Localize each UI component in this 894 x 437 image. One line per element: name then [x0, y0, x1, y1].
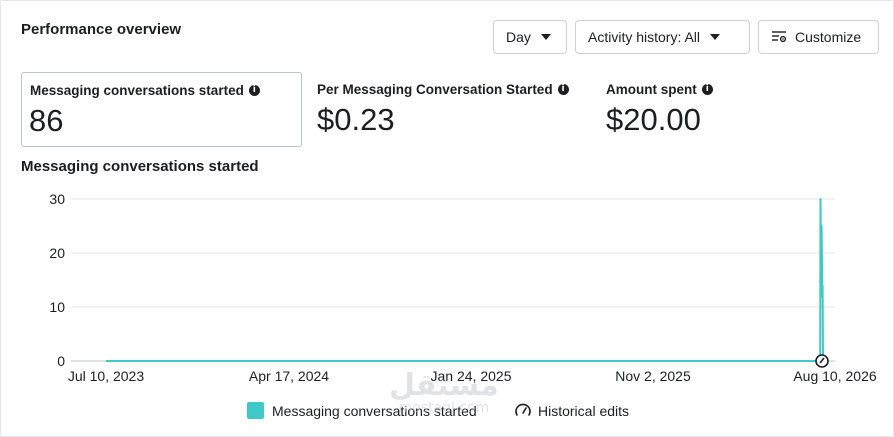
y-tick-label: 10 [49, 299, 65, 315]
metric-label-wrap: Per Messaging Conversation Started i [317, 82, 569, 97]
customize-button[interactable]: Customize [758, 20, 879, 54]
x-tick-label: Apr 17, 2024 [249, 368, 329, 384]
day-dropdown[interactable]: Day [493, 20, 567, 54]
y-tick-label: 20 [49, 245, 65, 261]
metric-value: $20.00 [606, 102, 701, 137]
activity-history-dropdown[interactable]: Activity history: All [575, 20, 750, 54]
caret-down-icon [540, 34, 551, 40]
performance-overview-card: Performance overview Day Activity histor… [0, 0, 894, 437]
legend-label: Historical edits [538, 403, 630, 419]
metric-label: Per Messaging Conversation Started [317, 82, 553, 97]
metric-label-wrap: Messaging conversations started i [30, 83, 260, 98]
metric-card-amount-spent[interactable]: Amount spent i $20.00 [606, 72, 866, 147]
caret-down-icon [710, 34, 721, 40]
metric-card-conversations[interactable]: Messaging conversations started i 86 [21, 72, 302, 147]
activity-history-label: Activity history: All [588, 29, 701, 45]
watermark-logo: مستقل mostaql.com [389, 368, 499, 416]
series-line [106, 198, 824, 362]
gauge-icon [515, 403, 531, 416]
y-tick-label: 0 [57, 353, 65, 369]
line-chart: 3020100Jul 10, 2023 Apr 17, 2024 Jan 24, 2… [49, 191, 877, 384]
y-tick-label: 30 [49, 191, 65, 207]
customize-settings-icon [772, 31, 787, 43]
info-icon[interactable]: i [701, 84, 713, 95]
chart-title: Messaging conversations started [21, 158, 259, 175]
x-tick-label: Nov 2, 2025 [615, 368, 691, 384]
watermark-arabic: مستقل [389, 368, 499, 403]
customize-label: Customize [795, 29, 862, 45]
page-title: Performance overview [21, 21, 182, 38]
legend-item-historical-edits[interactable]: Historical edits [514, 402, 629, 420]
info-icon[interactable]: i [557, 84, 569, 95]
watermark-latin: mostaql.com [398, 400, 490, 416]
metric-value: $0.23 [317, 102, 395, 137]
metric-label: Messaging conversations started [30, 83, 244, 98]
day-dropdown-label: Day [506, 29, 531, 45]
metric-card-cost-per-conversation[interactable]: Per Messaging Conversation Started i $0.… [317, 72, 597, 147]
historical-edit-marker[interactable] [815, 354, 829, 368]
metric-label-wrap: Amount spent i [606, 82, 713, 97]
info-icon[interactable]: i [248, 85, 260, 96]
x-tick-label: Aug 10, 2026 [793, 368, 877, 384]
x-tick-label: Jul 10, 2023 [68, 368, 144, 384]
metric-value: 86 [29, 103, 64, 138]
legend-swatch [247, 402, 264, 419]
metric-label: Amount spent [606, 82, 697, 97]
